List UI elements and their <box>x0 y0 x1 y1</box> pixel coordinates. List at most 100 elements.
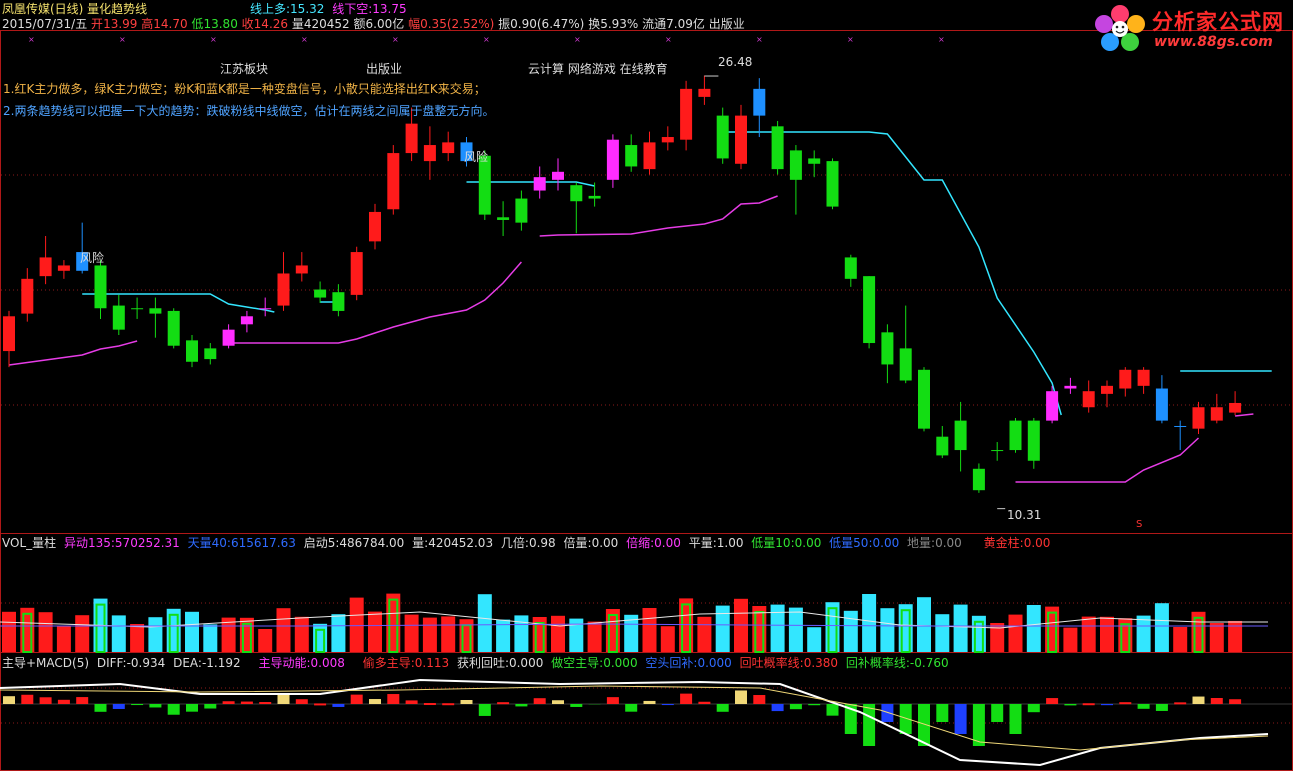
cyan-trend-line <box>82 293 275 313</box>
macd-bar <box>94 704 107 712</box>
macd-bar <box>1192 696 1205 704</box>
volume-bar <box>953 604 968 652</box>
candle-body <box>1046 391 1059 421</box>
candle-body <box>57 265 70 271</box>
macd-bar <box>1210 698 1223 704</box>
volume-bar <box>917 597 931 652</box>
volume-bar <box>185 611 199 652</box>
tip-line-2: 2.两条趋势线可以把握一下大的趋势：跌破粉线中线做空，估计在两线之间属于盘整无方… <box>3 104 495 118</box>
volume-bar <box>148 617 163 652</box>
magenta-trend-line <box>1235 413 1254 417</box>
volume-bar <box>715 605 730 652</box>
candle-body <box>387 153 400 210</box>
macd-bar <box>1064 704 1077 706</box>
candle-body <box>844 257 857 279</box>
candlesticks <box>3 75 1242 510</box>
stock-title: 凤凰传媒(日线) 量化趋势线 <box>2 2 148 16</box>
macd-bar <box>771 704 784 712</box>
candle-body <box>936 436 949 456</box>
macd-bar <box>1009 704 1022 734</box>
volume-bar <box>788 607 803 652</box>
macd-bar <box>222 701 235 704</box>
risk-label-1: 风险 <box>80 251 105 265</box>
candle-body <box>21 278 34 314</box>
macd-bar <box>570 704 583 707</box>
candle-body <box>442 142 455 154</box>
candle-body <box>735 115 747 164</box>
trend-lines <box>8 131 1272 483</box>
candle-body <box>295 265 308 274</box>
macd-bar <box>1155 704 1168 711</box>
volume-bar <box>1173 627 1188 652</box>
volume-bar <box>660 626 675 652</box>
volume-bar <box>880 608 895 652</box>
candle-body <box>3 316 15 352</box>
volume-bar <box>422 617 437 652</box>
macd-bar <box>314 703 327 706</box>
volume-bar <box>203 624 218 652</box>
candle-body <box>222 329 235 346</box>
top-marker-icon: × <box>847 35 854 44</box>
magenta-trend-line <box>1015 437 1200 483</box>
macd-bar <box>277 693 290 704</box>
volume-bar <box>770 604 785 652</box>
candle-body <box>606 139 619 180</box>
macd-bar <box>240 701 253 704</box>
top-marker-icon: × <box>665 35 672 44</box>
volume-bar <box>935 614 950 652</box>
macd-bar <box>680 693 693 704</box>
macd-bar <box>808 704 821 706</box>
volume-bar <box>404 614 419 652</box>
volume-bar <box>368 611 382 652</box>
candle-body <box>570 185 583 202</box>
volume-bar <box>130 624 145 652</box>
macd-bar <box>936 704 949 722</box>
magenta-trend-line <box>8 340 138 366</box>
candle-body <box>332 292 345 311</box>
macd-bar <box>405 700 418 704</box>
risk-label-2: 风险 <box>464 150 489 164</box>
macd-bar <box>625 704 638 712</box>
volume-bar <box>587 621 602 652</box>
candle-body <box>643 142 656 170</box>
candle-body <box>625 145 638 167</box>
candle-body <box>167 310 180 346</box>
volume-bar <box>2 611 16 652</box>
candle-body <box>789 150 802 180</box>
macd-bar <box>131 704 144 706</box>
sector-tag-publishing: 出版业 <box>366 62 403 76</box>
macd-bar <box>149 704 162 708</box>
macd-bar <box>826 704 839 716</box>
candle-body <box>808 158 821 164</box>
volume-bar <box>514 615 529 652</box>
peak-price-label: 26.48 <box>718 55 753 69</box>
candle-body <box>149 308 162 314</box>
volume-bar <box>477 594 492 652</box>
volume-bar <box>1081 616 1096 652</box>
macd-bar <box>643 700 656 704</box>
macd-bar <box>186 704 198 712</box>
candle-body <box>552 171 564 180</box>
candle-body <box>533 177 546 191</box>
top-marker-icon: × <box>210 35 217 44</box>
price-info-bar: 2015/07/31/五 开13.99 高14.70 低13.80 收14.26… <box>2 17 745 31</box>
macd-bar <box>3 696 15 704</box>
logo-title: 分析家公式网 <box>1152 10 1284 34</box>
candle-body <box>204 348 217 360</box>
candle-body <box>1174 425 1187 427</box>
candle-body <box>991 450 1004 452</box>
macd-bar <box>167 704 180 715</box>
macd-bar <box>881 704 894 722</box>
macd-bar <box>21 694 34 704</box>
volume-bar <box>1008 614 1023 652</box>
candle-body <box>918 369 930 429</box>
macd-bar <box>1137 704 1150 709</box>
macd-bar <box>753 695 766 704</box>
candle-body <box>753 88 766 116</box>
top-marker-icon: × <box>119 35 126 44</box>
volume-bar <box>569 618 584 652</box>
candle-body <box>1137 369 1150 386</box>
site-logo[interactable]: 分析家公式网 www.88gs.com <box>1090 2 1290 54</box>
candle-body <box>1192 407 1205 429</box>
macd-bar <box>478 704 491 716</box>
